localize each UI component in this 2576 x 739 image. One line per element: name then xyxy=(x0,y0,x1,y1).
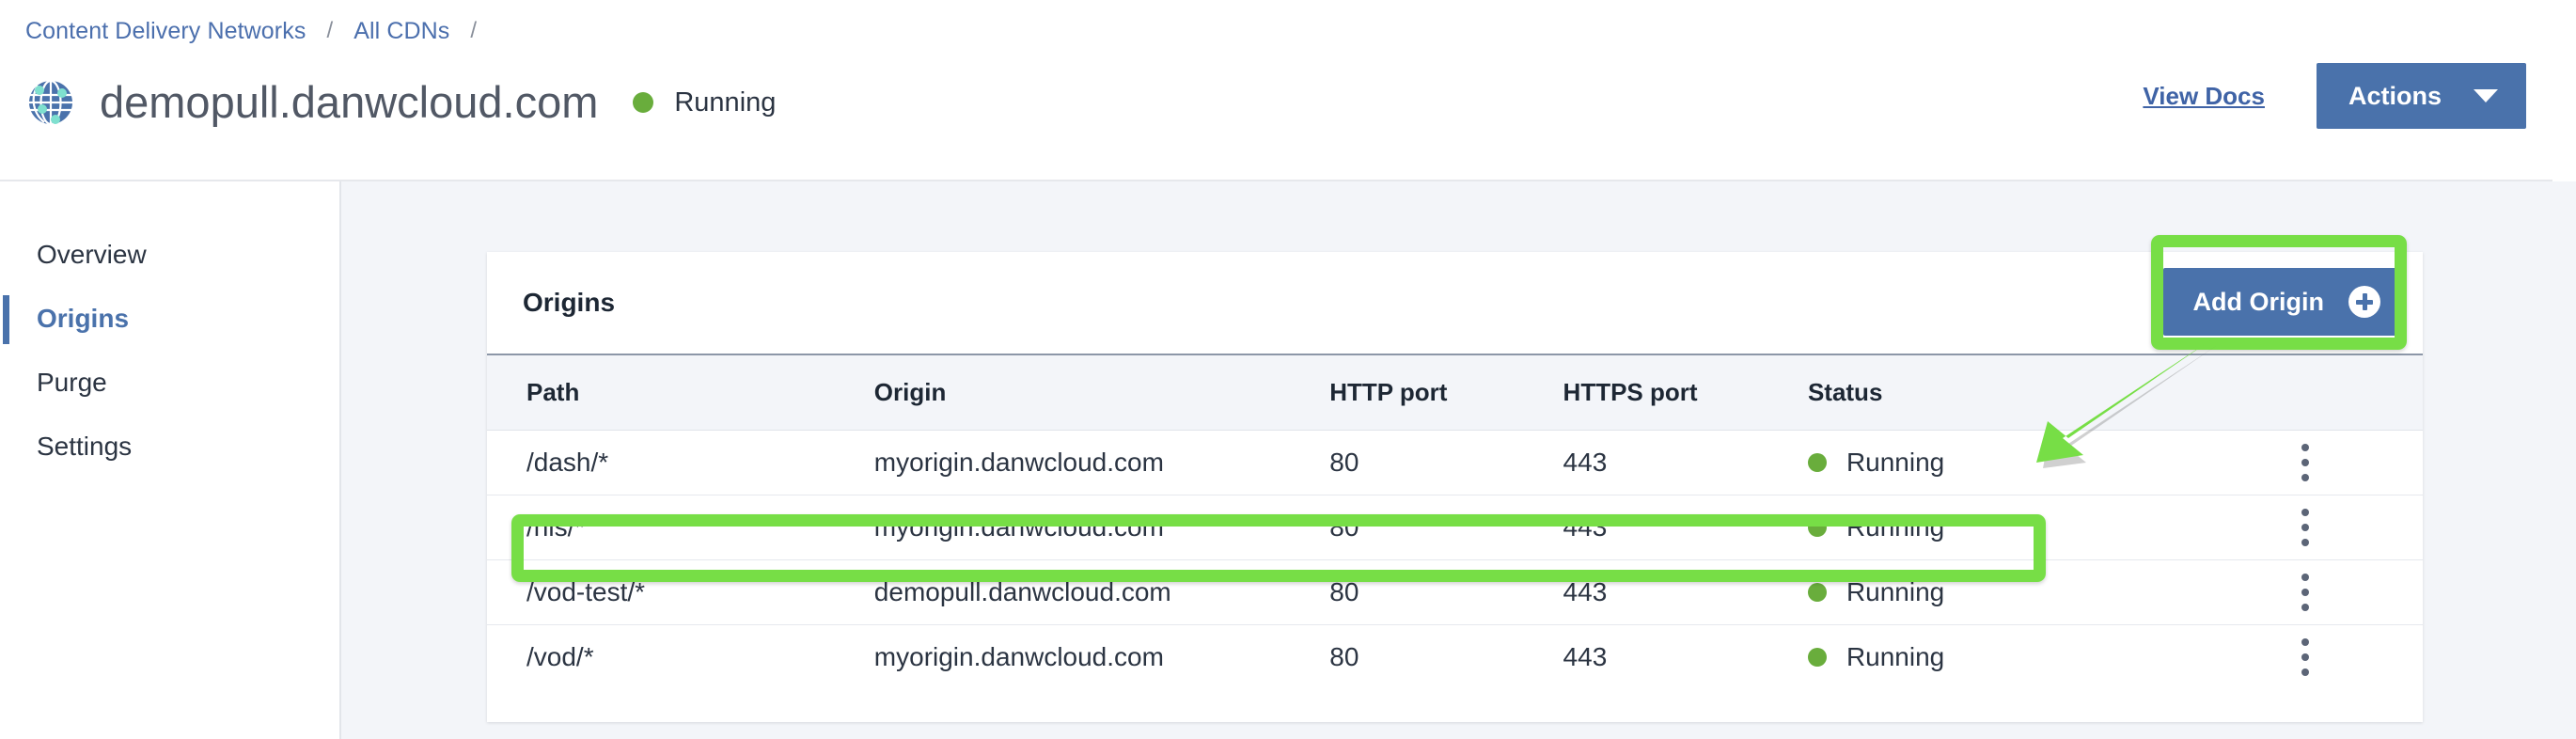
cell-origin: myorigin.danwcloud.com xyxy=(873,495,1330,560)
sidebar-item-label: Overview xyxy=(37,240,147,269)
header-actions: View Docs Actions xyxy=(2143,62,2526,130)
cdn-origins-page: Content Delivery Networks / All CDNs / d… xyxy=(0,0,2576,739)
status-dot-icon xyxy=(633,92,654,113)
globe-icon xyxy=(25,77,76,128)
cell-status: Running xyxy=(1807,559,2286,625)
page-title-row: demopull.danwcloud.com Running xyxy=(25,68,776,137)
page-header: Content Delivery Networks / All CDNs / d… xyxy=(0,0,2552,181)
column-header-origin: Origin xyxy=(873,355,1330,431)
page-title: demopull.danwcloud.com xyxy=(100,77,599,127)
origins-card-title: Origins xyxy=(523,288,616,317)
cell-path: /vod/* xyxy=(526,642,594,672)
breadcrumb-separator: / xyxy=(326,18,334,43)
sidebar-item-label: Purge xyxy=(37,368,107,397)
cell-https-port: 443 xyxy=(1563,642,1608,672)
cell-http-port: 80 xyxy=(1329,495,1563,560)
cell-status: Running xyxy=(1807,430,2286,495)
cell-origin: myorigin.danwcloud.com xyxy=(873,642,1164,672)
sidebar-nav: Overview Origins Purge Settings xyxy=(0,181,341,739)
actions-button-label: Actions xyxy=(2348,81,2442,110)
cell-path: /dash/* xyxy=(487,430,874,495)
cell-status: Running xyxy=(1807,495,2286,560)
origins-table: Path Origin HTTP port HTTPS port Status … xyxy=(487,355,2423,690)
sidebar-item-purge[interactable]: Purge xyxy=(0,351,339,415)
cell-row-menu xyxy=(2285,430,2423,495)
status-dot-icon xyxy=(1807,453,1827,472)
status-dot-icon xyxy=(1807,583,1827,602)
sidebar-item-origins[interactable]: Origins xyxy=(0,287,339,351)
origins-table-body: /dash/* myorigin.danwcloud.com 80 443 Ru… xyxy=(487,430,2423,690)
cell-row-menu xyxy=(2285,495,2423,560)
table-header-row: Path Origin HTTP port HTTPS port Status xyxy=(487,355,2423,431)
cell-origin: demopull.danwcloud.com xyxy=(873,559,1330,625)
column-header-status: Status xyxy=(1807,355,2286,431)
origins-table-head: Path Origin HTTP port HTTPS port Status xyxy=(487,355,2423,431)
origins-card: Origins Add Origin Path Origin HTTP port… xyxy=(487,252,2423,722)
cell-path: /hls/* xyxy=(487,495,874,560)
cell-http-port: 80 xyxy=(1329,642,1359,672)
column-header-path: Path xyxy=(487,355,874,431)
actions-button[interactable]: Actions xyxy=(2316,63,2526,129)
kebab-menu-icon[interactable] xyxy=(2286,444,2324,481)
status-dot-icon xyxy=(1807,648,1827,668)
status-label: Running xyxy=(1846,512,1945,542)
status-badge: Running xyxy=(633,87,776,118)
chevron-down-icon xyxy=(2474,89,2498,102)
cell-https-port: 443 xyxy=(1563,495,1808,560)
table-row[interactable]: /vod-test/* demopull.danwcloud.com 80 44… xyxy=(487,559,2423,625)
status-dot-icon xyxy=(1807,518,1827,537)
cell-path: /vod-test/* xyxy=(487,559,874,625)
plus-circle-icon xyxy=(2348,286,2380,318)
breadcrumb-separator-trailing: / xyxy=(470,18,478,43)
column-header-https-port: HTTPS port xyxy=(1563,355,1808,431)
breadcrumb: Content Delivery Networks / All CDNs / xyxy=(25,17,497,45)
cell-http-port: 80 xyxy=(1329,430,1563,495)
status-label: Running xyxy=(1846,448,1945,477)
add-origin-button-label: Add Origin xyxy=(2192,287,2324,316)
table-row[interactable]: /dash/* myorigin.danwcloud.com 80 443 Ru… xyxy=(487,430,2423,495)
cell-row-menu xyxy=(2286,625,2423,690)
cell-row-menu xyxy=(2285,559,2423,625)
table-row[interactable]: /hls/* myorigin.danwcloud.com 80 443 Run… xyxy=(487,495,2423,560)
kebab-menu-icon[interactable] xyxy=(2286,509,2324,546)
cell-origin: myorigin.danwcloud.com xyxy=(873,430,1330,495)
origins-card-header: Origins Add Origin xyxy=(487,252,2423,355)
add-origin-button[interactable]: Add Origin xyxy=(2162,268,2405,336)
column-header-actions xyxy=(2285,355,2423,431)
column-header-http-port: HTTP port xyxy=(1329,355,1563,431)
table-row[interactable]: /vod/* myorigin.danwcloud.com 80 443 Run… xyxy=(487,625,2423,690)
cell-http-port: 80 xyxy=(1329,559,1563,625)
cell-https-port: 443 xyxy=(1563,430,1808,495)
breadcrumb-item-content-delivery-networks[interactable]: Content Delivery Networks xyxy=(25,17,306,45)
status-label: Running xyxy=(1846,577,1945,606)
view-docs-link[interactable]: View Docs xyxy=(2143,82,2265,111)
breadcrumb-item-all-cdns[interactable]: All CDNs xyxy=(353,17,449,45)
kebab-menu-icon[interactable] xyxy=(2286,638,2324,677)
cell-https-port: 443 xyxy=(1563,559,1808,625)
kebab-menu-icon[interactable] xyxy=(2286,574,2324,611)
sidebar-item-settings[interactable]: Settings xyxy=(0,415,339,479)
status-label: Running xyxy=(1846,642,1945,672)
status-label: Running xyxy=(674,86,777,118)
sidebar-item-label: Origins xyxy=(37,304,130,333)
main-content: Origins Add Origin Path Origin HTTP port… xyxy=(341,181,2576,739)
sidebar-item-overview[interactable]: Overview xyxy=(0,223,339,287)
cell-status: Running xyxy=(1807,625,2286,690)
sidebar-item-label: Settings xyxy=(37,432,133,461)
